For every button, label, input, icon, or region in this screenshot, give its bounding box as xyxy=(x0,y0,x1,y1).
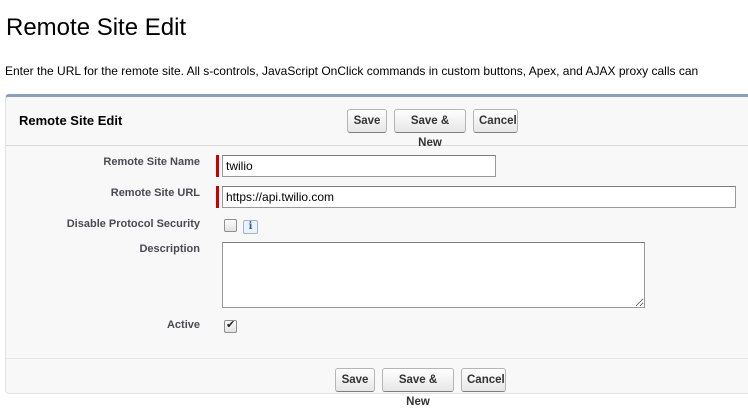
panel-header: Remote Site Edit Save Save & New Cancel xyxy=(6,97,748,149)
cancel-button-bottom[interactable]: Cancel xyxy=(461,368,506,392)
intro-text: Enter the URL for the remote site. All s… xyxy=(5,64,699,78)
panel-title: Remote Site Edit xyxy=(19,113,123,128)
save-button-bottom[interactable]: Save xyxy=(335,368,375,392)
remote-site-url-input[interactable] xyxy=(222,186,736,208)
cancel-button-top[interactable]: Cancel xyxy=(473,109,518,133)
edit-panel: Remote Site Edit Save Save & New Cancel … xyxy=(5,94,748,408)
description-label: Description xyxy=(139,243,200,255)
disable-protocol-security-label: Disable Protocol Security xyxy=(66,218,200,230)
save-and-new-button-bottom[interactable]: Save & New xyxy=(382,368,454,408)
remote-site-url-label: Remote Site URL xyxy=(110,187,200,199)
required-indicator-url xyxy=(216,186,219,208)
remote-site-name-input[interactable] xyxy=(222,155,496,177)
active-label: Active xyxy=(166,319,200,331)
required-indicator-name xyxy=(216,155,219,177)
footer-divider xyxy=(6,358,748,359)
save-and-new-button-top[interactable]: Save & New xyxy=(394,109,466,149)
active-checkbox[interactable]: ✔ xyxy=(224,319,237,333)
save-button-top[interactable]: Save xyxy=(347,109,387,133)
page-title: Remote Site Edit xyxy=(6,14,187,41)
info-icon[interactable]: i xyxy=(243,220,258,234)
checkmark-icon: ✔ xyxy=(226,319,236,331)
remote-site-name-label: Remote Site Name xyxy=(103,156,200,168)
disable-protocol-security-checkbox[interactable] xyxy=(224,219,237,232)
description-textarea[interactable] xyxy=(222,242,645,308)
